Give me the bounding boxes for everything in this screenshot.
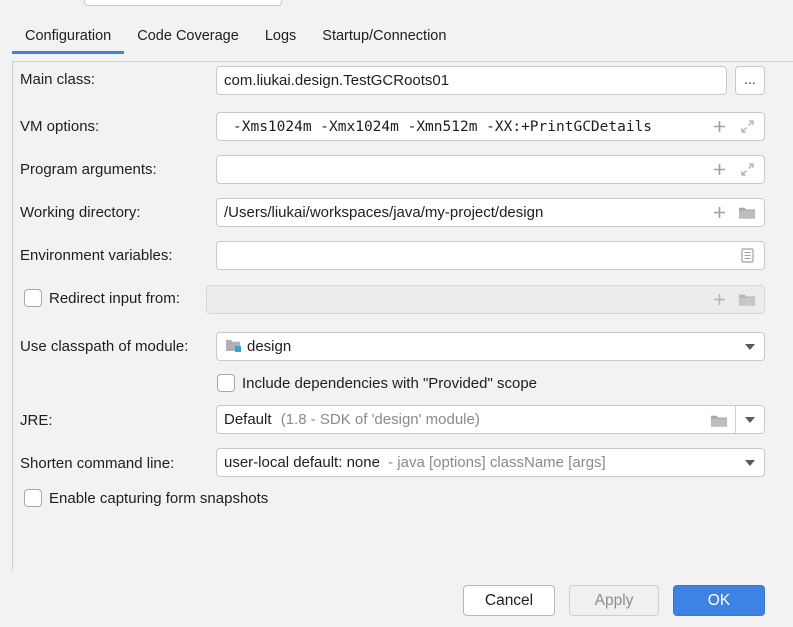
- chevron-down-icon: [745, 344, 755, 350]
- program-arguments-field[interactable]: [216, 155, 765, 184]
- main-class-browse-button[interactable]: ...: [735, 66, 765, 95]
- chevron-down-icon[interactable]: [745, 417, 755, 423]
- classpath-module-dropdown[interactable]: design: [216, 332, 765, 361]
- tab-logs[interactable]: Logs: [252, 18, 309, 54]
- classpath-module-label: Use classpath of module:: [20, 338, 189, 355]
- include-provided-checkbox[interactable]: [217, 374, 235, 392]
- program-arguments-label: Program arguments:: [20, 161, 157, 178]
- working-directory-field[interactable]: /Users/liukai/workspaces/java/my-project…: [216, 198, 765, 227]
- cancel-button[interactable]: Cancel: [463, 585, 555, 616]
- add-icon: [710, 291, 728, 309]
- shorten-command-label: Shorten command line:: [20, 455, 175, 472]
- tab-configuration[interactable]: Configuration: [12, 18, 125, 54]
- redirect-input-label: Redirect input from:: [49, 290, 180, 307]
- add-icon[interactable]: [710, 118, 728, 136]
- folder-icon[interactable]: [710, 411, 728, 429]
- vm-options-value: -Xms1024m -Xmx1024m -Xmn512m -XX:+PrintG…: [233, 119, 653, 135]
- environment-variables-label: Environment variables:: [20, 247, 173, 264]
- vm-options-field[interactable]: -Xms1024m -Xmx1024m -Xmn512m -XX:+PrintG…: [216, 112, 765, 141]
- environment-variables-field[interactable]: [216, 241, 765, 270]
- jre-combobox[interactable]: Default (1.8 - SDK of 'design' module): [216, 405, 765, 434]
- redirect-input-field: [206, 285, 765, 314]
- ok-button[interactable]: OK: [673, 585, 765, 616]
- module-icon: [225, 337, 243, 355]
- classpath-module-value: design: [247, 338, 292, 355]
- tab-bar: Configuration Code Coverage Logs Startup…: [12, 18, 459, 54]
- shorten-command-value: user-local default: none: [224, 454, 380, 471]
- document-icon[interactable]: [738, 247, 756, 265]
- working-directory-value: /Users/liukai/workspaces/java/my-project…: [224, 204, 544, 221]
- main-class-value: com.liukai.design.TestGCRoots01: [224, 72, 450, 89]
- folder-icon[interactable]: [738, 204, 756, 222]
- top-field-stub: [84, 0, 282, 6]
- expand-icon[interactable]: [738, 118, 756, 136]
- apply-button[interactable]: Apply: [569, 585, 659, 616]
- redirect-input-checkbox[interactable]: [24, 289, 42, 307]
- main-class-label: Main class:: [20, 71, 96, 88]
- jre-value: Default: [224, 411, 272, 428]
- tab-startup-connection[interactable]: Startup/Connection: [309, 18, 459, 54]
- working-directory-label: Working directory:: [20, 204, 141, 221]
- capture-snapshots-label: Enable capturing form snapshots: [49, 490, 269, 507]
- capture-snapshots-checkbox[interactable]: [24, 489, 42, 507]
- expand-icon[interactable]: [738, 161, 756, 179]
- folder-icon: [738, 291, 756, 309]
- jre-separator: [735, 406, 736, 433]
- include-provided-label: Include dependencies with "Provided" sco…: [242, 375, 538, 392]
- tab-code-coverage[interactable]: Code Coverage: [124, 18, 252, 54]
- shorten-command-dropdown[interactable]: user-local default: none - java [options…: [216, 448, 765, 477]
- add-icon[interactable]: [710, 204, 728, 222]
- vm-options-label: VM options:: [20, 118, 100, 135]
- main-class-field[interactable]: com.liukai.design.TestGCRoots01: [216, 66, 727, 95]
- add-icon[interactable]: [710, 161, 728, 179]
- chevron-down-icon: [745, 460, 755, 466]
- jre-label: JRE:: [20, 412, 53, 429]
- jre-hint: (1.8 - SDK of 'design' module): [280, 411, 480, 428]
- shorten-command-hint: - java [options] className [args]: [388, 454, 606, 471]
